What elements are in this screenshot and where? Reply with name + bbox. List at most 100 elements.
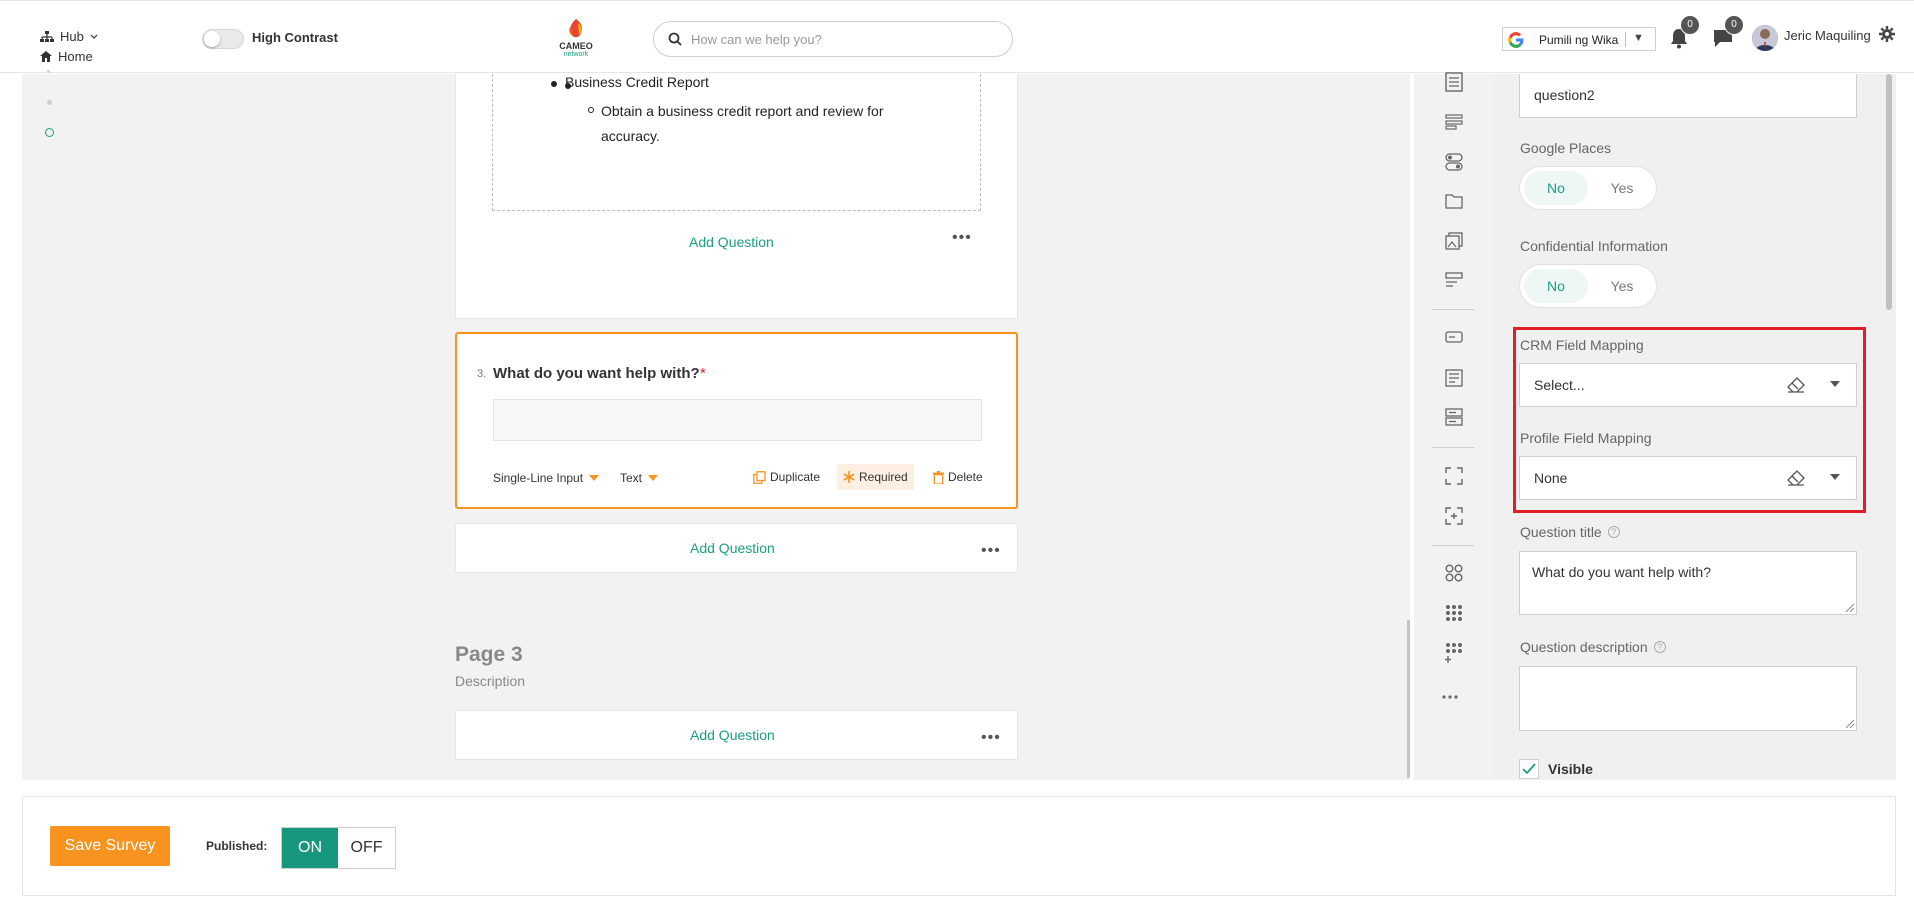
resize-handle-icon[interactable] xyxy=(1846,720,1854,728)
required-star: * xyxy=(700,365,706,382)
document-icon[interactable] xyxy=(1445,72,1463,92)
question-title-label: Question title xyxy=(1520,524,1602,540)
apps-grid-icon[interactable] xyxy=(1445,564,1463,582)
home-label: Home xyxy=(58,49,93,64)
home-icon xyxy=(40,51,52,62)
question-name-value: question2 xyxy=(1534,87,1595,103)
question-title-textarea[interactable]: What do you want help with? xyxy=(1519,551,1857,615)
question-type-label: Single-Line Input xyxy=(493,471,584,485)
question-card-selected[interactable]: 3. What do you want help with? * Single-… xyxy=(455,332,1018,509)
add-question-button[interactable]: Add Question xyxy=(690,727,775,743)
messages-badge: 0 xyxy=(1724,15,1744,35)
confidential-info-toggle[interactable]: No Yes xyxy=(1519,264,1657,308)
published-on[interactable]: ON xyxy=(282,828,338,868)
published-off[interactable]: OFF xyxy=(338,828,395,868)
nav-dot[interactable] xyxy=(47,100,52,105)
nav-dot[interactable] xyxy=(47,70,50,73)
required-toggle[interactable]: Required xyxy=(837,464,914,490)
multiple-text-icon[interactable] xyxy=(1445,408,1463,426)
page-title[interactable]: Page 3 xyxy=(455,643,523,667)
folder-icon[interactable] xyxy=(1445,193,1463,209)
bullet-sub-text: Obtain a business credit report and revi… xyxy=(601,103,884,144)
logo-text: CAMEO xyxy=(559,41,593,51)
list-icon[interactable] xyxy=(1445,114,1463,130)
divider xyxy=(1432,545,1474,546)
sub-bullet-dot xyxy=(588,107,594,113)
question-description-label: Question description xyxy=(1520,639,1648,655)
delete-button[interactable]: Delete xyxy=(933,470,983,484)
add-question-button[interactable]: Add Question xyxy=(689,234,774,250)
language-select[interactable]: Pumili ng Wika ▼ xyxy=(1502,27,1656,51)
user-name[interactable]: Jeric Maquiling xyxy=(1784,28,1871,43)
published-toggle[interactable]: ON OFF xyxy=(281,827,396,869)
save-survey-button[interactable]: Save Survey xyxy=(50,826,170,866)
question-subtype-select[interactable]: Text xyxy=(620,471,659,485)
high-contrast-label: High Contrast xyxy=(252,30,338,45)
expand-icon[interactable] xyxy=(1445,467,1463,485)
add-question-card[interactable]: Add Question ••• xyxy=(455,710,1018,760)
duplicate-label: Duplicate xyxy=(770,470,821,484)
more-options-icon[interactable]: ••• xyxy=(981,729,1001,747)
avatar[interactable] xyxy=(1752,25,1778,51)
cameo-logo[interactable]: CAMEO network xyxy=(556,17,596,61)
messages-button[interactable]: 0 xyxy=(1712,15,1744,49)
add-question-card[interactable]: Add Question ••• xyxy=(455,523,1018,573)
panel-scrollbar[interactable] xyxy=(1886,74,1892,310)
duplicate-button[interactable]: Duplicate xyxy=(753,470,820,484)
question-description-textarea[interactable] xyxy=(1519,666,1857,731)
notifications-badge: 0 xyxy=(1680,15,1700,35)
question-number: 3. xyxy=(477,368,487,380)
logo-subtext: network xyxy=(563,51,589,58)
more-options-icon[interactable]: ••• xyxy=(952,229,972,247)
image-gallery-icon[interactable] xyxy=(1445,232,1463,250)
delete-label: Delete xyxy=(948,470,983,484)
divider xyxy=(1432,447,1474,448)
google-places-label: Google Places xyxy=(1520,140,1612,156)
dots-grid-icon[interactable] xyxy=(1445,604,1463,622)
add-question-button[interactable]: Add Question xyxy=(690,540,775,556)
resize-handle-icon[interactable] xyxy=(1846,604,1854,612)
question-title-value: What do you want help with? xyxy=(1532,564,1711,580)
question-type-select[interactable]: Single-Line Input xyxy=(493,471,600,485)
text-input-icon[interactable] xyxy=(1445,331,1463,343)
hub-menu[interactable]: Hub xyxy=(40,29,98,44)
search-bar[interactable]: How can we help you? xyxy=(653,21,1013,57)
question-title-label-row: Question title? xyxy=(1520,524,1620,540)
question-name-input[interactable]: question2 xyxy=(1519,74,1857,118)
top-bar: Hub Home High Contrast CAMEO network How… xyxy=(0,0,1914,73)
expand-plus-icon[interactable] xyxy=(1445,507,1463,525)
nav-dot-active[interactable] xyxy=(45,128,54,137)
hub-label: Hub xyxy=(60,29,84,44)
dots-grid-add-icon[interactable] xyxy=(1445,642,1463,664)
canvas-scrollbar[interactable] xyxy=(1407,620,1410,778)
confidential-no[interactable]: No xyxy=(1524,269,1588,303)
bullet-dot xyxy=(551,81,557,87)
html-content-block[interactable]: Business Credit Report Obtain a business… xyxy=(492,74,981,211)
help-icon[interactable]: ? xyxy=(1653,641,1666,653)
google-places-yes[interactable]: Yes xyxy=(1592,171,1652,205)
bullet-main-text: Business Credit Report xyxy=(565,74,709,90)
answer-input-preview xyxy=(493,399,982,441)
notifications-button[interactable]: 0 xyxy=(1668,15,1700,49)
toggle-group-icon[interactable] xyxy=(1445,153,1463,171)
more-options-icon[interactable]: ••• xyxy=(981,542,1001,560)
language-label: Pumili ng Wika xyxy=(1539,33,1619,47)
form-icon[interactable] xyxy=(1445,272,1463,288)
page-description[interactable]: Description xyxy=(455,673,525,689)
divider xyxy=(1432,309,1474,310)
google-places-no[interactable]: No xyxy=(1524,171,1588,205)
more-horizontal-icon[interactable] xyxy=(1441,694,1459,700)
help-icon[interactable]: ? xyxy=(1607,526,1620,538)
google-places-toggle[interactable]: No Yes xyxy=(1519,166,1657,210)
search-icon xyxy=(668,32,682,46)
comment-box-icon[interactable] xyxy=(1445,369,1463,387)
sitemap-icon xyxy=(40,30,54,42)
gear-icon[interactable] xyxy=(1879,26,1895,42)
question-title[interactable]: What do you want help with? xyxy=(493,365,700,382)
home-link[interactable]: Home xyxy=(40,49,93,64)
visible-label: Visible xyxy=(1548,761,1593,777)
confidential-yes[interactable]: Yes xyxy=(1592,269,1652,303)
visible-checkbox[interactable] xyxy=(1519,759,1539,779)
high-contrast-toggle[interactable] xyxy=(202,29,244,49)
checkmark-icon xyxy=(1522,763,1536,775)
